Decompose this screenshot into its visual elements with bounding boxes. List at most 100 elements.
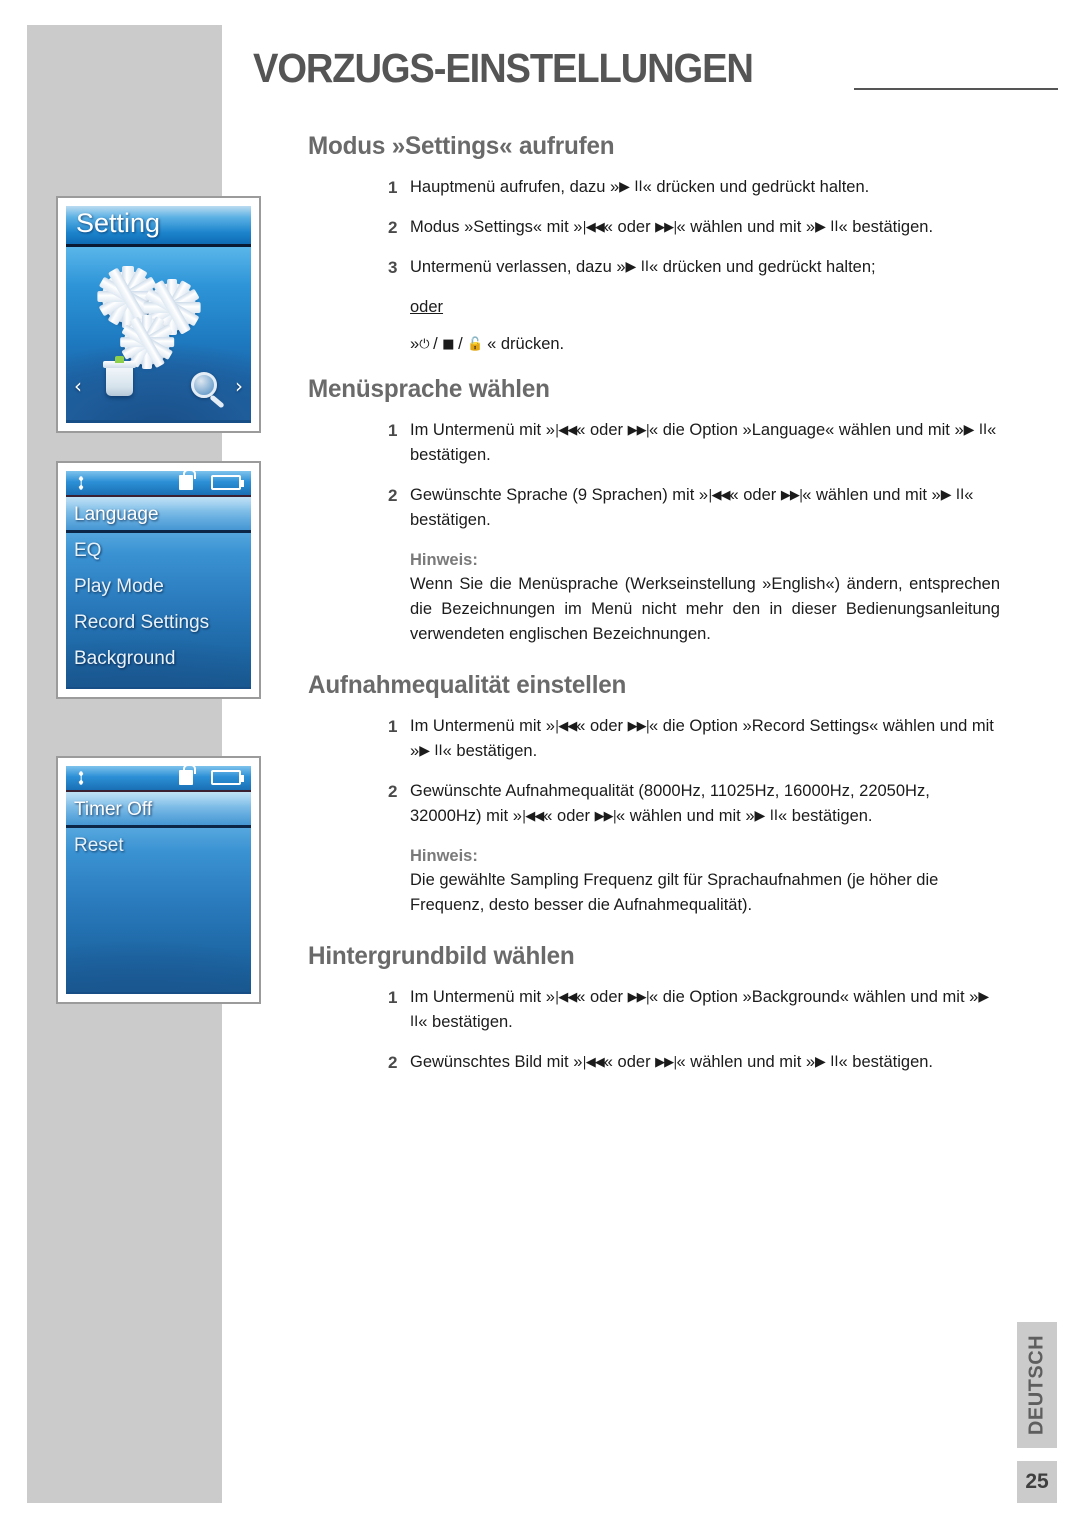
header-rule: [854, 88, 1058, 90]
magnifier-icon: [191, 372, 217, 398]
wrench-icon: [78, 771, 84, 785]
oder-text: oder: [410, 298, 444, 316]
text-run: « wählen und mit »: [802, 486, 941, 504]
menu-item-timer-off[interactable]: Timer Off: [66, 792, 251, 828]
text-run: « wählen und mit »: [676, 218, 816, 236]
text-run: « wählen und mit »: [676, 1053, 816, 1071]
text-run: Untermenü verlassen, dazu »: [410, 258, 626, 276]
control-glyph: ▶▶|: [780, 488, 803, 503]
text-run: « oder: [576, 717, 628, 735]
section-modus-settings: Modus »Settings« aufrufen 1 Hauptmenü au…: [308, 132, 1000, 357]
step-item: 3 Untermenü verlassen, dazu »▶ II« drück…: [308, 255, 1000, 280]
control-glyph: |◀◀: [708, 488, 730, 503]
step-number: 3: [388, 258, 398, 277]
text-run: « drücken und gedrückt halten.: [642, 178, 870, 196]
menu-item-language[interactable]: Language: [66, 497, 251, 533]
nav-right-arrow-icon: ›: [235, 374, 243, 398]
text-run: « oder: [729, 486, 781, 504]
step-item: 1 Hauptmenü aufrufen, dazu »▶ II« drücke…: [308, 175, 1000, 200]
text-run: »: [410, 335, 420, 353]
language-tab-label: DEUTSCH: [1025, 1334, 1048, 1436]
submenu-screen-2: Timer Off Reset: [66, 766, 251, 994]
control-glyph: |◀◀: [554, 990, 577, 1005]
text-run: « bestätigen.: [778, 807, 873, 825]
nav-left-arrow-icon: ‹: [74, 374, 82, 398]
control-glyph: ▶▶|: [627, 990, 650, 1005]
control-glyph: ▶▶|: [594, 809, 617, 824]
step-text: Hauptmenü aufrufen, dazu »▶ II« drücken …: [410, 178, 869, 196]
main-content: Modus »Settings« aufrufen 1 Hauptmenü au…: [308, 132, 1000, 1090]
lock-icon: [179, 471, 196, 490]
text-run: « oder: [576, 988, 628, 1006]
page-number: 25: [1017, 1461, 1057, 1503]
control-glyph: ▶▶|: [627, 719, 650, 734]
step-item: 2 Modus »Settings« mit »|◀◀« oder ▶▶|« w…: [308, 215, 1000, 240]
setting-screen-header: Setting: [66, 206, 251, 247]
page-title: VORZUGS-EINSTELLUNGEN: [253, 45, 754, 91]
step-list: 1 Hauptmenü aufrufen, dazu »▶ II« drücke…: [308, 175, 1000, 280]
step-list: 1 Im Untermenü mit »|◀◀« oder ▶▶|« die O…: [308, 418, 1000, 533]
menu-item-background[interactable]: Background: [66, 641, 251, 677]
step-text: Im Untermenü mit »|◀◀« oder ▶▶|« die Opt…: [410, 717, 994, 760]
text-run: « oder: [543, 807, 595, 825]
text-run: « bestätigen.: [418, 1013, 513, 1031]
control-glyph: ▶ II: [754, 808, 779, 824]
battery-icon: [211, 770, 244, 785]
step-item: 1 Im Untermenü mit »|◀◀« oder ▶▶|« die O…: [308, 714, 1000, 764]
menu-item-play-mode[interactable]: Play Mode: [66, 569, 251, 605]
manual-page: VORZUGS-EINSTELLUNGEN Setting ‹ › Langua…: [0, 0, 1080, 1526]
wrench-icon: [78, 476, 84, 490]
status-bar: [66, 471, 251, 497]
step-number: 1: [388, 717, 398, 736]
control-glyph: |◀◀: [521, 809, 544, 824]
control-glyph: |◀◀: [582, 220, 604, 235]
page-header: VORZUGS-EINSTELLUNGEN: [253, 44, 1058, 102]
oder-label: oder: [308, 295, 1000, 320]
language-tab: DEUTSCH: [1017, 1322, 1057, 1448]
text-run: « bestätigen.: [838, 218, 934, 236]
control-glyph: ▶▶|: [655, 1055, 677, 1070]
setting-screen: Setting ‹ ›: [66, 206, 251, 423]
step-text: Gewünschte Sprache (9 Sprachen) mit »|◀◀…: [410, 486, 973, 529]
step-number: 1: [388, 178, 398, 197]
step-number: 2: [388, 486, 398, 505]
battery-icon: [211, 475, 244, 490]
trash-bin-icon: [103, 356, 136, 396]
control-glyph: ▶ II: [815, 1054, 839, 1070]
note-body: Wenn Sie die Menüsprache (Werkseinstellu…: [410, 575, 1000, 643]
text-run: /: [428, 335, 443, 353]
text-run: Im Untermenü mit »: [410, 421, 555, 439]
text-run: « drücken.: [482, 335, 565, 353]
section-title: Modus »Settings« aufrufen: [308, 132, 615, 160]
text-run: « die Option »Background« wählen und mit…: [649, 988, 979, 1006]
control-glyph: 🔓: [467, 337, 483, 352]
submenu-item-list-2: Timer Off Reset: [66, 792, 251, 992]
control-glyph: |◀◀: [554, 719, 577, 734]
step-text: Untermenü verlassen, dazu »▶ II« drücken…: [410, 258, 876, 276]
menu-item-eq[interactable]: EQ: [66, 533, 251, 569]
control-glyph: ▶ II: [419, 743, 443, 759]
step-number: 2: [388, 218, 398, 237]
text-run: Gewünschte Sprache (9 Sprachen) mit »: [410, 486, 709, 504]
step-text: Modus »Settings« mit »|◀◀« oder ▶▶|« wäh…: [410, 218, 933, 236]
step-number: 1: [388, 988, 398, 1007]
gear-icon: [119, 314, 175, 370]
section-title: Hintergrundbild wählen: [308, 942, 575, 970]
note-label: Hinweis:: [410, 551, 478, 569]
text-run: « drücken und gedrückt halten;: [649, 258, 876, 276]
text-run: « oder: [576, 421, 628, 439]
control-glyph: ▶ II: [619, 179, 643, 195]
control-glyph: ▶ II: [625, 259, 650, 275]
menu-item-record-settings[interactable]: Record Settings: [66, 605, 251, 641]
control-glyph: ■: [442, 337, 454, 352]
control-glyph: |◀◀: [582, 1055, 604, 1070]
section-title: Aufnahmequalität einstellen: [308, 671, 627, 699]
step-item: 1 Im Untermenü mit »|◀◀« oder ▶▶|« die O…: [308, 418, 1000, 468]
section-aufnahmequalitaet: Aufnahmequalität einstellen 1 Im Unterme…: [308, 671, 1000, 918]
menu-item-reset[interactable]: Reset: [66, 828, 251, 864]
text-run: « oder: [603, 218, 656, 236]
text-run: Im Untermenü mit »: [410, 988, 555, 1006]
section-hintergrundbild: Hintergrundbild wählen 1 Im Untermenü mi…: [308, 942, 1000, 1075]
setting-screen-title: Setting: [76, 208, 161, 238]
status-bar: [66, 766, 251, 792]
